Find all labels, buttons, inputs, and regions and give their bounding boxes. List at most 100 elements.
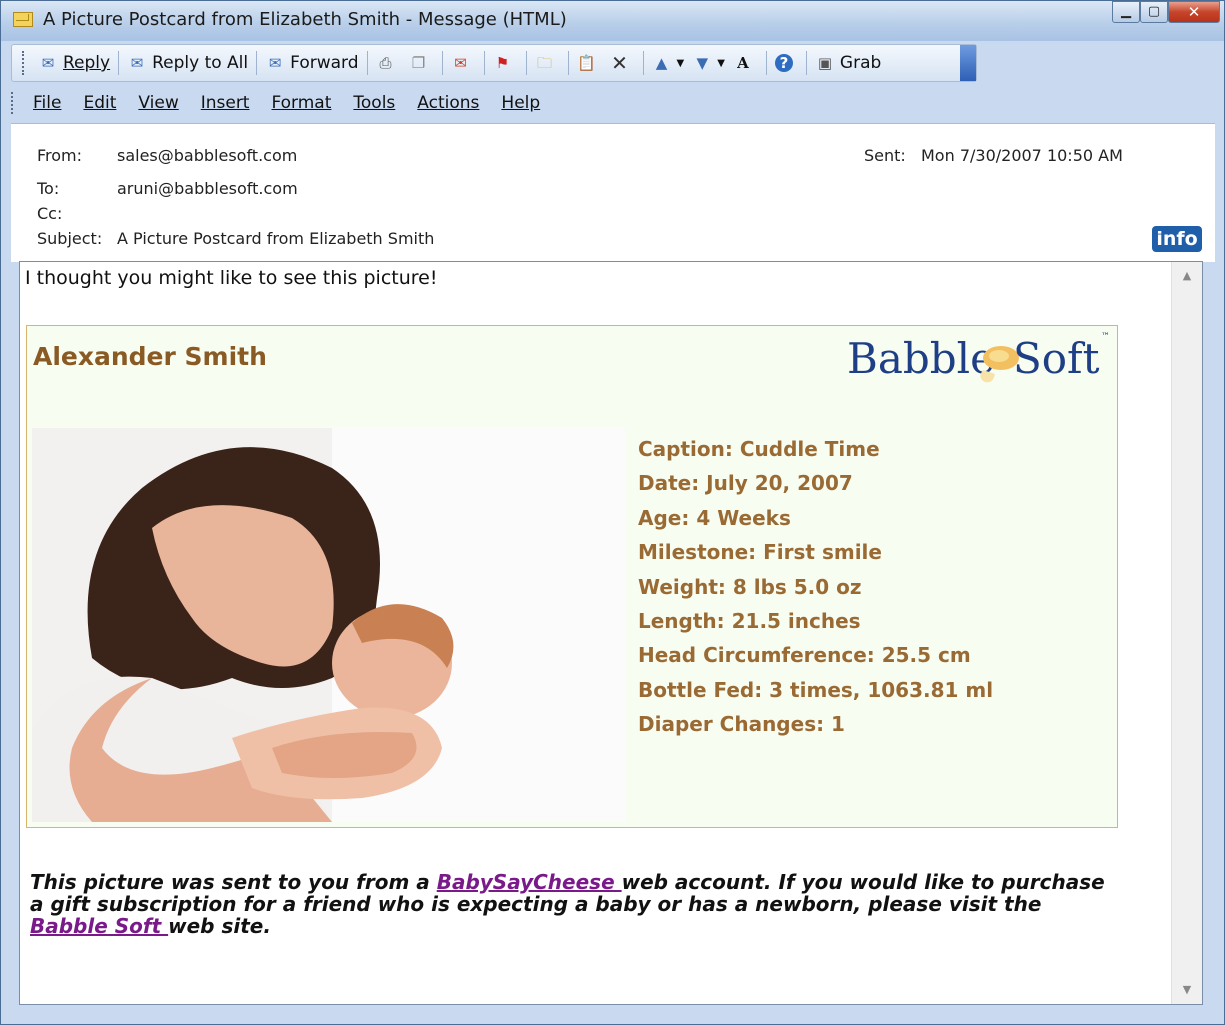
info-badge[interactable]: info <box>1152 226 1202 252</box>
forward-label: Forward <box>290 53 359 73</box>
vertical-scrollbar[interactable]: ▲ ▼ <box>1171 262 1202 1004</box>
toolbar-separator <box>483 51 485 75</box>
menu-format[interactable]: Format <box>261 93 343 113</box>
detail-bottle-fed: Bottle Fed: 3 times, 1063.81 ml <box>638 677 994 702</box>
logo-soft-text: Soft <box>1013 334 1100 383</box>
to-value[interactable]: aruni@babblesoft.com <box>117 179 298 198</box>
toolbar-separator <box>441 51 443 75</box>
clipboard-icon: 📋 <box>577 54 596 72</box>
previous-item-button[interactable]: ▲ ▼ <box>648 48 689 78</box>
detail-weight: Weight: 8 lbs 5.0 oz <box>638 574 862 599</box>
copy-icon: ❐ <box>411 54 426 72</box>
printer-icon: ⎙ <box>379 54 392 72</box>
help-button[interactable]: ? <box>771 48 802 78</box>
minimize-button[interactable]: ▁ <box>1112 1 1140 23</box>
toolbar-separator <box>765 51 767 75</box>
help-icon: ? <box>774 54 793 72</box>
babysaycheese-link[interactable]: BabySayCheese <box>437 870 622 894</box>
trademark-symbol: ™ <box>1101 332 1110 342</box>
baby-name: Alexander Smith <box>33 342 267 371</box>
reply-label: Reply <box>63 53 111 73</box>
menu-tools[interactable]: Tools <box>343 93 407 113</box>
menu-file[interactable]: File <box>23 93 73 113</box>
message-header: From: sales@babblesoft.com Sent: Mon 7/3… <box>11 123 1215 262</box>
standard-toolbar: ✉ Reply ✉ Reply to All ✉ Forward ⎙ ❐ ✉ ⚑… <box>11 44 977 82</box>
chevron-down-icon: ▼ <box>717 57 725 69</box>
postcard: Alexander Smith Babble Soft ™ Caption: C… <box>26 325 1118 828</box>
detail-diaper-changes: Diaper Changes: 1 <box>638 712 845 737</box>
detail-caption: Caption: Cuddle Time <box>638 437 880 461</box>
toolbar-grip[interactable] <box>22 51 28 75</box>
menu-bar: File Edit View Insert Format Tools Actio… <box>11 87 552 119</box>
from-value[interactable]: sales@babblesoft.com <box>117 146 297 165</box>
subject-label: Subject: <box>37 229 103 248</box>
toolbar-separator <box>567 51 569 75</box>
menubar-grip[interactable] <box>11 92 17 114</box>
reply-icon: ✉ <box>41 54 55 72</box>
babblesoft-logo[interactable]: Babble Soft ™ <box>847 332 1110 390</box>
follow-up-flag-button[interactable]: ⚑ <box>489 48 522 78</box>
toolbar-options-button[interactable] <box>960 45 976 81</box>
categorize-button[interactable]: 📋 <box>573 48 606 78</box>
flag-icon: ⚑ <box>495 54 510 72</box>
envelope-icon <box>13 12 33 27</box>
copy-button[interactable]: ❐ <box>405 48 438 78</box>
intro-text: I thought you might like to see this pic… <box>25 267 438 289</box>
forward-button[interactable]: ✉ Forward <box>261 48 362 78</box>
window-bottom-border <box>1 1006 1224 1024</box>
babble-soft-link[interactable]: Babble Soft <box>30 914 168 938</box>
delete-button[interactable]: ✕ <box>606 48 639 78</box>
close-button[interactable]: ✕ <box>1168 1 1220 23</box>
cc-label: Cc: <box>37 204 63 223</box>
scroll-up-arrow-icon[interactable]: ▲ <box>1172 262 1202 290</box>
menu-insert[interactable]: Insert <box>191 93 262 113</box>
chevron-down-icon: ▼ <box>676 57 685 69</box>
detail-age: Age: 4 Weeks <box>638 505 791 530</box>
from-label: From: <box>37 146 83 165</box>
menu-view[interactable]: View <box>128 93 190 113</box>
down-arrow-icon: ▼ <box>696 54 708 72</box>
scroll-down-arrow-icon[interactable]: ▼ <box>1172 976 1202 1004</box>
detail-date: Date: July 20, 2007 <box>638 471 853 496</box>
reply-button[interactable]: ✉ Reply <box>34 48 114 78</box>
to-label: To: <box>37 179 60 198</box>
maximize-button[interactable]: ▢ <box>1140 1 1168 23</box>
toolbar-separator <box>366 51 368 75</box>
footer-text-1: This picture was sent to you from a <box>30 870 437 894</box>
toolbar-separator <box>118 51 120 75</box>
delete-x-icon: ✕ <box>611 51 628 75</box>
up-arrow-icon: ▲ <box>655 54 668 72</box>
mother-and-baby-image <box>32 428 625 822</box>
grab-button[interactable]: ▣ Grab <box>811 48 885 78</box>
message-window: A Picture Postcard from Elizabeth Smith … <box>0 0 1225 1025</box>
font-size-icon: A <box>737 54 749 72</box>
footer-text-3: web site. <box>168 914 271 938</box>
menu-help[interactable]: Help <box>491 93 552 113</box>
forward-icon: ✉ <box>268 54 282 72</box>
grab-icon: ▣ <box>817 54 833 72</box>
baby-photo <box>32 428 625 822</box>
toolbar-separator <box>642 51 644 75</box>
font-size-button[interactable]: A <box>729 48 762 78</box>
grab-label: Grab <box>839 53 882 73</box>
detail-length: Length: 21.5 inches <box>638 608 861 633</box>
toolbar-separator <box>805 51 807 75</box>
junk-mail-icon: ✉ <box>454 54 467 72</box>
menu-edit[interactable]: Edit <box>73 93 128 113</box>
print-button[interactable]: ⎙ <box>372 48 405 78</box>
next-item-button[interactable]: ▼ ▼ <box>688 48 729 78</box>
reply-all-icon: ✉ <box>130 54 144 72</box>
move-to-folder-button[interactable]: 🗀 <box>531 48 564 78</box>
subject-value: A Picture Postcard from Elizabeth Smith <box>117 229 435 248</box>
toolbar-separator <box>256 51 258 75</box>
photo-details: Caption: Cuddle Time Date: July 20, 2007… <box>638 432 993 742</box>
toolbar-separator <box>525 51 527 75</box>
sent-value: Mon 7/30/2007 10:50 AM <box>921 146 1123 165</box>
menu-actions[interactable]: Actions <box>407 93 491 113</box>
footer-note: This picture was sent to you from a Baby… <box>30 871 1120 937</box>
logo-babble-text: Babble <box>847 334 995 383</box>
reply-all-button[interactable]: ✉ Reply to All <box>123 48 252 78</box>
junk-mail-button[interactable]: ✉ <box>447 48 480 78</box>
reply-all-label: Reply to All <box>152 53 249 73</box>
title-bar[interactable]: A Picture Postcard from Elizabeth Smith … <box>1 1 1224 41</box>
